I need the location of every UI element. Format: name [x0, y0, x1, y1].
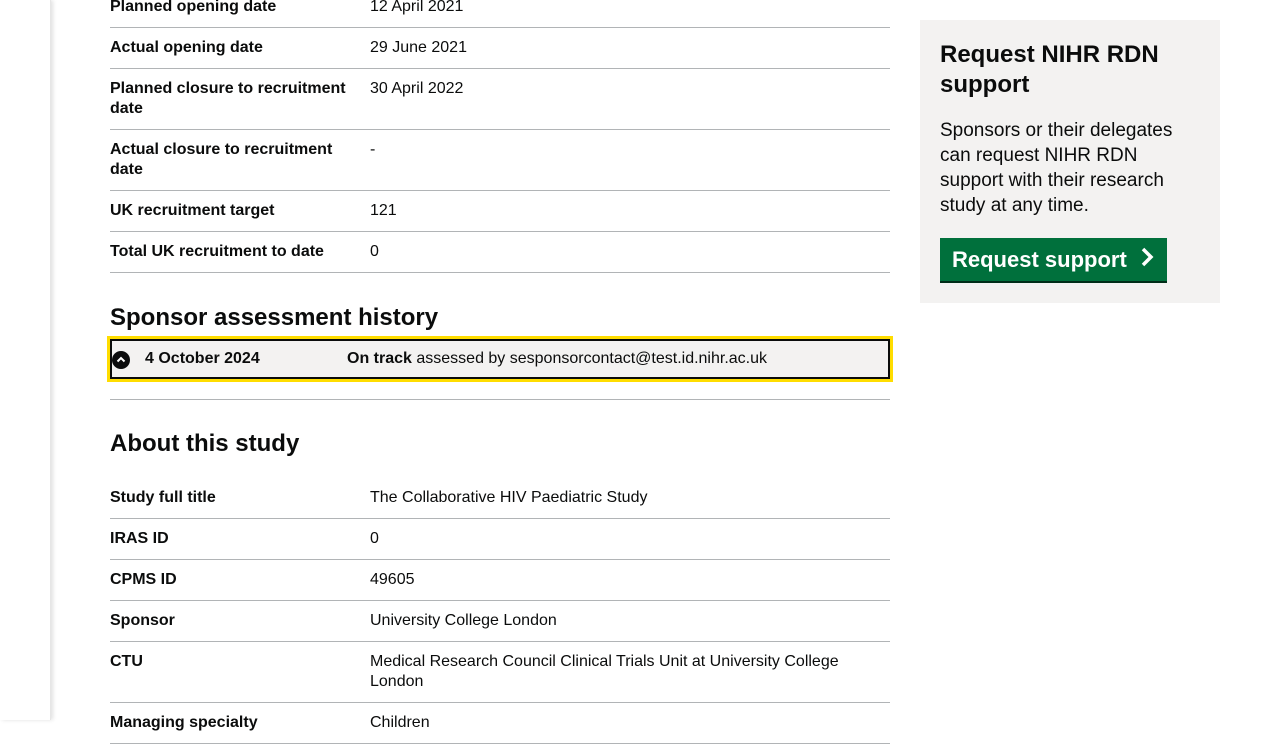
button-label: Request support — [952, 246, 1127, 272]
summary-key: UK recruitment target — [110, 202, 275, 219]
summary-row: Planned opening date 12 April 2021 — [110, 0, 890, 28]
summary-row: UK recruitment target 121 — [110, 191, 890, 232]
summary-row: Sponsor University College London — [110, 601, 890, 642]
summary-value: 29 June 2021 — [370, 39, 467, 56]
summary-value: Children — [370, 714, 430, 731]
summary-row: Managing specialty Children — [110, 703, 890, 744]
summary-value: The Collaborative HIV Paediatric Study — [370, 489, 648, 506]
summary-key: Planned opening date — [110, 0, 277, 15]
summary-row: CTU Medical Research Council Clinical Tr… — [110, 642, 890, 703]
summary-key: Study full title — [110, 489, 216, 506]
summary-value: 12 April 2021 — [370, 0, 464, 15]
summary-key: Planned closure to recruitment date — [110, 80, 346, 117]
summary-key: CPMS ID — [110, 571, 177, 588]
summary-key: IRAS ID — [110, 530, 169, 547]
assessment-assessed-by: assessed by sesponsorcontact@test.id.nih… — [411, 350, 768, 367]
summary-value: 121 — [370, 202, 397, 219]
panel-body: Sponsors or their delegates can request … — [940, 120, 1173, 216]
summary-row: Planned closure to recruitment date 30 A… — [110, 69, 890, 130]
chevron-up-icon[interactable] — [112, 351, 130, 369]
page-border — [0, 0, 51, 720]
summary-row: CPMS ID 49605 — [110, 560, 890, 601]
summary-key: CTU — [110, 653, 143, 670]
summary-value: - — [370, 141, 376, 158]
summary-row: IRAS ID 0 — [110, 519, 890, 560]
summary-key: Sponsor — [110, 612, 175, 629]
summary-value: 0 — [370, 243, 379, 260]
sponsor-assessment-accordion-toggle[interactable]: 4 October 2024 On track assessed by sesp… — [107, 336, 893, 382]
summary-row: Actual closure to recruitment date - — [110, 130, 890, 191]
summary-key: Actual closure to recruitment date — [110, 141, 333, 178]
summary-value: 49605 — [370, 571, 415, 588]
sponsor-history-heading: Sponsor assessment history — [110, 304, 439, 331]
assessment-date: 4 October 2024 — [145, 350, 260, 367]
assessment-status-label: On track — [347, 350, 412, 367]
summary-row: Actual opening date 29 June 2021 — [110, 28, 890, 69]
key-dates-list: Planned opening date 12 April 2021 Actua… — [110, 0, 890, 273]
summary-key: Total UK recruitment to date — [110, 243, 324, 260]
section-divider — [110, 399, 890, 400]
summary-key: Managing specialty — [110, 714, 258, 731]
summary-value: Medical Research Council Clinical Trials… — [370, 653, 839, 690]
request-support-button[interactable]: Request support — [940, 238, 1167, 281]
about-study-heading: About this study — [110, 430, 300, 457]
summary-row: Total UK recruitment to date 0 — [110, 232, 890, 273]
chevron-right-icon — [1139, 247, 1155, 273]
main-content: Planned opening date 12 April 2021 Actua… — [107, 0, 893, 744]
summary-row: Study full title The Collaborative HIV P… — [110, 478, 890, 519]
request-support-panel: Request NIHR RDN support Sponsors or the… — [920, 20, 1220, 303]
assessment-status: On track assessed by sesponsorcontact@te… — [347, 350, 767, 368]
summary-value: 30 April 2022 — [370, 80, 464, 97]
summary-value: University College London — [370, 612, 557, 629]
about-study-list: Study full title The Collaborative HIV P… — [110, 478, 890, 744]
summary-key: Actual opening date — [110, 39, 263, 56]
panel-title: Request NIHR RDN support — [940, 41, 1159, 98]
summary-value: 0 — [370, 530, 379, 547]
